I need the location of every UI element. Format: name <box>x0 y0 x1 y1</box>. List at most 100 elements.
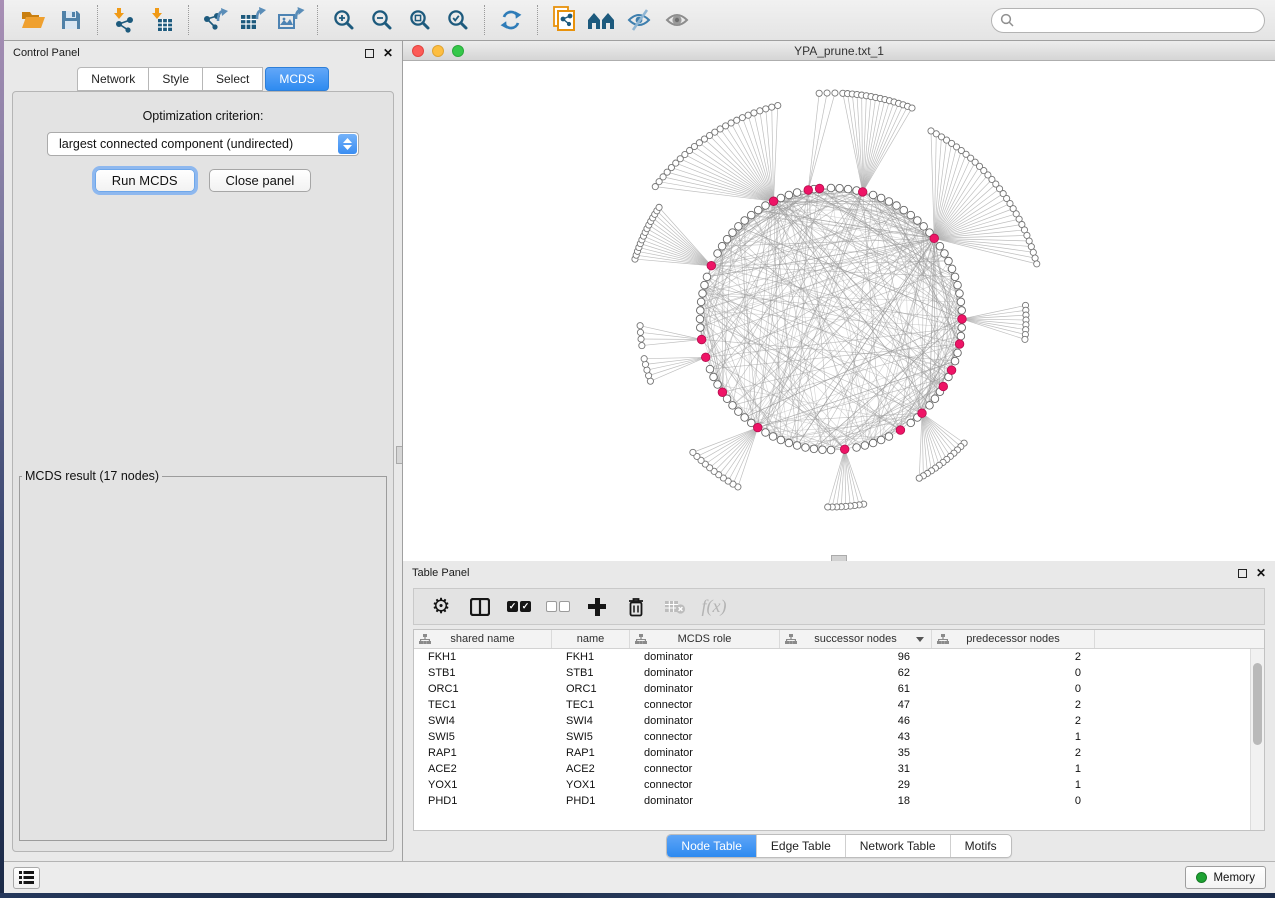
node-table-body: FKH1FKH1dominator962STB1STB1dominator620… <box>414 649 1264 830</box>
zoom-out-icon[interactable] <box>363 3 401 37</box>
close-panel-icon[interactable]: ✕ <box>1256 567 1266 579</box>
tab-network[interactable]: Network <box>77 67 149 91</box>
hide-selected-icon[interactable] <box>621 3 659 37</box>
zoom-fit-icon[interactable] <box>401 3 439 37</box>
tab-network-table[interactable]: Network Table <box>845 835 950 857</box>
table-cell: ORC1 <box>552 683 630 695</box>
table-scrollbar-thumb[interactable] <box>1253 663 1262 745</box>
control-panel-header: Control Panel ✕ <box>4 41 402 65</box>
table-row[interactable]: STB1STB1dominator620 <box>414 665 1264 681</box>
close-panel-button[interactable]: Close panel <box>209 169 312 192</box>
table-cell: dominator <box>630 683 780 695</box>
close-window-icon[interactable] <box>412 45 424 57</box>
memory-button[interactable]: Memory <box>1185 866 1266 889</box>
column-header-name[interactable]: name <box>552 630 630 648</box>
table-row[interactable]: ORC1ORC1dominator610 <box>414 681 1264 697</box>
table-panel-header: Table Panel ✕ <box>403 561 1275 585</box>
float-panel-icon[interactable] <box>365 49 374 58</box>
tab-edge-table[interactable]: Edge Table <box>756 835 845 857</box>
table-row[interactable]: SWI4SWI4dominator462 <box>414 713 1264 729</box>
mcds-result-box: MCDS result (17 nodes) PHD1CAR1STP4TID3Y… <box>19 469 387 841</box>
export-image-icon[interactable] <box>272 3 310 37</box>
table-cell: 35 <box>780 747 932 759</box>
table-cell: 18 <box>780 795 932 807</box>
tab-style[interactable]: Style <box>149 67 203 91</box>
table-row[interactable]: SWI5SWI5connector431 <box>414 729 1264 745</box>
table-cell: YOX1 <box>552 779 630 791</box>
table-cell: 43 <box>780 731 932 743</box>
table-cell: FKH1 <box>552 651 630 663</box>
export-network-icon[interactable] <box>196 3 234 37</box>
new-network-from-selection-icon[interactable] <box>545 3 583 37</box>
search-input[interactable] <box>991 8 1265 33</box>
network-window-title: YPA_prune.txt_1 <box>794 44 884 58</box>
table-toolbar: ⚙ ✓✓ <box>413 588 1265 625</box>
table-settings-gear-icon[interactable]: ⚙ <box>426 592 456 622</box>
table-row[interactable]: FKH1FKH1dominator962 <box>414 649 1264 665</box>
tab-mcds[interactable]: MCDS <box>265 67 328 91</box>
column-header-predecessor-nodes[interactable]: predecessor nodes <box>932 630 1095 648</box>
table-cell: RAP1 <box>552 747 630 759</box>
table-cell: 0 <box>932 683 1095 695</box>
tab-node-table[interactable]: Node Table <box>667 835 756 857</box>
desktop-wallpaper-bottom <box>0 893 1275 898</box>
zoom-selected-icon[interactable] <box>439 3 477 37</box>
show-columns-icon[interactable] <box>465 592 495 622</box>
run-mcds-button[interactable]: Run MCDS <box>95 169 195 192</box>
minimize-window-icon[interactable] <box>432 45 444 57</box>
select-all-rows-icon[interactable]: ✓✓ <box>504 592 534 622</box>
table-row[interactable]: RAP1RAP1dominator352 <box>414 745 1264 761</box>
table-row[interactable]: ACE2ACE2connector311 <box>414 761 1264 777</box>
table-cell: connector <box>630 699 780 711</box>
zoom-in-icon[interactable] <box>325 3 363 37</box>
table-cell: 0 <box>932 795 1095 807</box>
table-row[interactable]: PHD1PHD1dominator180 <box>414 793 1264 809</box>
task-history-button[interactable] <box>13 867 40 889</box>
panel-divider-handle[interactable] <box>396 446 402 464</box>
table-scrollbar[interactable] <box>1250 649 1264 830</box>
select-stepper-icon <box>338 134 357 154</box>
table-row[interactable]: TEC1TEC1connector472 <box>414 697 1264 713</box>
table-cell: dominator <box>630 747 780 759</box>
open-file-icon[interactable] <box>14 3 52 37</box>
application-window: Control Panel ✕ Network Style Select MCD… <box>4 0 1275 893</box>
table-cell: STB1 <box>552 667 630 679</box>
table-row[interactable]: YOX1YOX1connector291 <box>414 777 1264 793</box>
import-network-icon[interactable] <box>105 3 143 37</box>
column-header-successor-nodes[interactable]: successor nodes <box>780 630 932 648</box>
first-neighbors-icon[interactable] <box>583 3 621 37</box>
function-builder-icon-disabled: f(x) <box>699 592 729 622</box>
add-column-icon[interactable] <box>582 592 612 622</box>
export-table-icon[interactable] <box>234 3 272 37</box>
tab-select[interactable]: Select <box>203 67 263 91</box>
memory-label: Memory <box>1213 872 1255 884</box>
import-table-icon[interactable] <box>143 3 181 37</box>
optimization-criterion-select[interactable]: largest connected component (undirected) <box>47 132 359 156</box>
column-header-mcds-role[interactable]: MCDS role <box>630 630 780 648</box>
table-cell: dominator <box>630 795 780 807</box>
deselect-all-rows-icon[interactable] <box>543 592 573 622</box>
table-divider-handle[interactable] <box>831 555 847 561</box>
maximize-window-icon[interactable] <box>452 45 464 57</box>
close-panel-icon[interactable]: ✕ <box>383 47 393 59</box>
table-cell: FKH1 <box>414 651 552 663</box>
network-canvas[interactable] <box>403 61 1275 561</box>
toolbar-separator <box>537 5 538 35</box>
toolbar-separator <box>97 5 98 35</box>
column-header-shared-name[interactable]: shared name <box>414 630 552 648</box>
table-cell: SWI4 <box>414 715 552 727</box>
table-cell: 1 <box>932 731 1095 743</box>
toolbar-separator <box>484 5 485 35</box>
table-cell: 29 <box>780 779 932 791</box>
search-box <box>991 8 1265 33</box>
float-panel-icon[interactable] <box>1238 569 1247 578</box>
table-cell: 0 <box>932 667 1095 679</box>
refresh-icon[interactable] <box>492 3 530 37</box>
tab-motifs[interactable]: Motifs <box>950 835 1011 857</box>
delete-column-icon[interactable] <box>621 592 651 622</box>
save-session-icon[interactable] <box>52 3 90 37</box>
show-all-icon[interactable] <box>659 3 697 37</box>
table-cell: SWI5 <box>552 731 630 743</box>
mcds-result-title: MCDS result (17 nodes) <box>22 469 162 483</box>
control-panel-tabs: Network Style Select MCDS <box>4 65 402 91</box>
